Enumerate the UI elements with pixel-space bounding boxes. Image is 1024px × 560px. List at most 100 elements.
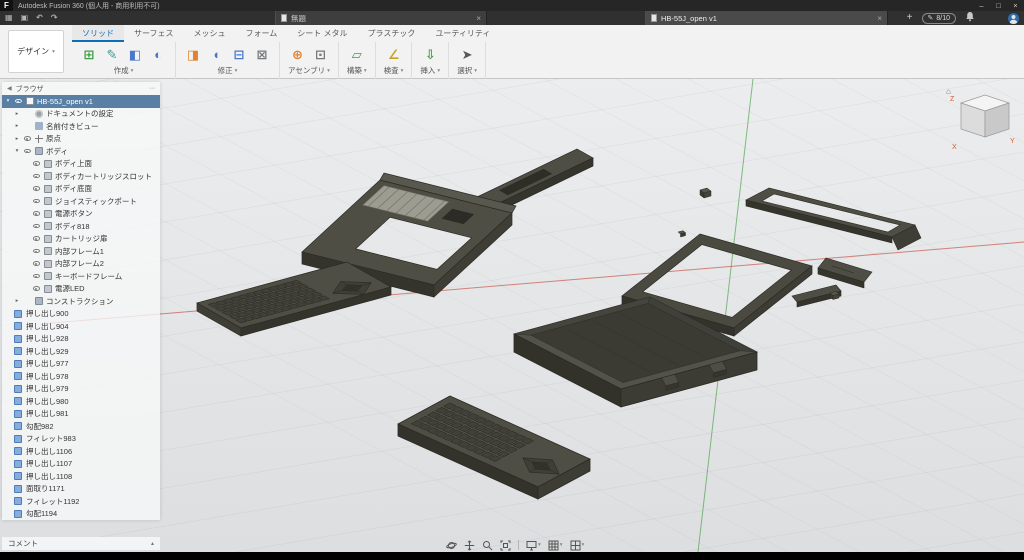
- visibility-eye-icon[interactable]: [23, 147, 32, 156]
- ribbon-group-label[interactable]: 構築▾: [347, 65, 367, 76]
- measure-icon[interactable]: ∠: [385, 46, 403, 64]
- document-tab[interactable]: 無題 ×: [275, 11, 487, 25]
- browser-tree-row[interactable]: ボディカートリッジスロット: [2, 170, 160, 183]
- ribbon-group-label[interactable]: 作成▾: [114, 65, 134, 76]
- new-document-tab-button[interactable]: +: [907, 13, 913, 23]
- ribbon-group-label[interactable]: 挿入▾: [420, 65, 440, 76]
- tab-close-icon[interactable]: ×: [877, 14, 882, 23]
- visibility-eye-icon[interactable]: [32, 259, 41, 268]
- feature-row[interactable]: 押し出し1106: [2, 445, 160, 458]
- browser-tree-row[interactable]: キーボードフレーム: [2, 270, 160, 283]
- feature-row[interactable]: 押し出し1107: [2, 458, 160, 471]
- display-settings-icon[interactable]: ▾: [526, 540, 541, 551]
- close-button[interactable]: ×: [1007, 0, 1024, 11]
- fit-icon[interactable]: [500, 540, 511, 551]
- visibility-eye-icon[interactable]: [32, 222, 41, 231]
- visibility-eye-icon[interactable]: [32, 172, 41, 181]
- select-icon[interactable]: ➤: [458, 46, 476, 64]
- visibility-eye-icon[interactable]: [32, 184, 41, 193]
- as-built-joint-icon[interactable]: ⊡: [311, 46, 329, 64]
- redo-icon[interactable]: ↷: [51, 14, 58, 22]
- browser-tree-row[interactable]: 内部フレーム1: [2, 245, 160, 258]
- insert-icon[interactable]: ⇩: [421, 46, 439, 64]
- editable-documents-counter[interactable]: ✎ 8/10: [922, 13, 957, 24]
- expand-arrow-icon[interactable]: ▾: [14, 148, 20, 154]
- save-icon[interactable]: ▣: [21, 14, 29, 22]
- create-sketch-icon[interactable]: ✎: [103, 46, 121, 64]
- expand-arrow-icon[interactable]: ▸: [14, 111, 20, 117]
- browser-tree-row[interactable]: ▾ HB-55J_open v1: [2, 95, 160, 108]
- ribbon-tab[interactable]: フォーム: [236, 25, 288, 42]
- feature-row[interactable]: 勾配1194: [2, 508, 160, 521]
- zoom-icon[interactable]: [482, 540, 493, 551]
- feature-row[interactable]: 押し出し1108: [2, 470, 160, 483]
- visibility-eye-icon[interactable]: [32, 209, 41, 218]
- browser-tree-row[interactable]: 電源ボタン: [2, 208, 160, 221]
- browser-tree-row[interactable]: ▸ コンストラクション: [2, 295, 160, 308]
- browser-tree-row[interactable]: 電源LED: [2, 283, 160, 296]
- visibility-eye-icon[interactable]: [23, 134, 32, 143]
- joint-icon[interactable]: ⊕: [288, 46, 306, 64]
- user-avatar[interactable]: [1008, 13, 1019, 24]
- document-tab[interactable]: HB-55J_open v1 ×: [645, 11, 888, 25]
- expand-arrow-icon[interactable]: ▾: [5, 98, 11, 104]
- feature-row[interactable]: 押し出し979: [2, 383, 160, 396]
- minimize-button[interactable]: –: [973, 0, 990, 11]
- visibility-eye-icon[interactable]: [32, 247, 41, 256]
- visibility-eye-icon[interactable]: [32, 159, 41, 168]
- feature-row[interactable]: 勾配982: [2, 420, 160, 433]
- ribbon-group-label[interactable]: 修正▾: [218, 65, 238, 76]
- viewports-icon[interactable]: ▾: [570, 540, 585, 551]
- feature-row[interactable]: 押し出し977: [2, 358, 160, 371]
- revolve-icon[interactable]: ◐: [149, 46, 167, 64]
- ribbon-tab[interactable]: プラスチック: [358, 25, 426, 42]
- expand-comments-icon[interactable]: ▴: [151, 540, 154, 547]
- feature-row[interactable]: 押し出し978: [2, 370, 160, 383]
- grid-display-icon[interactable]: ▾: [548, 540, 563, 551]
- undo-icon[interactable]: ↶: [36, 14, 43, 22]
- expand-arrow-icon[interactable]: ▸: [14, 123, 20, 129]
- notifications-bell-icon[interactable]: [965, 9, 975, 27]
- feature-row[interactable]: 面取り1171: [2, 483, 160, 496]
- visibility-eye-icon[interactable]: [32, 234, 41, 243]
- collapse-panel-icon[interactable]: ◀: [7, 85, 12, 92]
- feature-row[interactable]: 押し出し904: [2, 320, 160, 333]
- ribbon-tab[interactable]: ユーティリティ: [425, 25, 500, 42]
- tab-close-icon[interactable]: ×: [476, 14, 481, 23]
- feature-row[interactable]: フィレット1192: [2, 495, 160, 508]
- maximize-button[interactable]: □: [990, 0, 1007, 11]
- browser-tree-row[interactable]: ボディ上面: [2, 158, 160, 171]
- ribbon-group-label[interactable]: アセンブリ▾: [288, 65, 330, 76]
- ribbon-tab[interactable]: メッシュ: [184, 25, 236, 42]
- ribbon-tab[interactable]: シート メタル: [287, 25, 357, 42]
- pan-icon[interactable]: [464, 540, 475, 551]
- new-component-icon[interactable]: ⊞: [80, 46, 98, 64]
- home-icon[interactable]: ⌂: [946, 87, 951, 96]
- browser-tree-row[interactable]: ボディ818: [2, 220, 160, 233]
- browser-tree-row[interactable]: カートリッジ扉: [2, 233, 160, 246]
- expand-arrow-icon[interactable]: ▸: [14, 298, 20, 304]
- ribbon-group-label[interactable]: 選択▾: [457, 65, 477, 76]
- extrude-icon[interactable]: ◧: [126, 46, 144, 64]
- workspace-selector[interactable]: デザイン ▾: [8, 30, 64, 73]
- browser-tree-row[interactable]: ▾ ボディ: [2, 145, 160, 158]
- browser-tree-row[interactable]: ジョイスティックポート: [2, 195, 160, 208]
- ribbon-tab[interactable]: ソリッド: [72, 25, 124, 42]
- browser-tree-row[interactable]: ▸ ドキュメントの設定: [2, 108, 160, 121]
- browser-tree-row[interactable]: ▸ 名前付きビュー: [2, 120, 160, 133]
- feature-row[interactable]: 押し出し929: [2, 345, 160, 358]
- combine-icon[interactable]: ⊠: [253, 46, 271, 64]
- feature-row[interactable]: 押し出し928: [2, 333, 160, 346]
- view-cube-faces[interactable]: [961, 95, 1009, 137]
- feature-row[interactable]: フィレット983: [2, 433, 160, 446]
- fillet-icon[interactable]: ◖: [207, 46, 225, 64]
- comments-panel-bar[interactable]: コメント ▴: [2, 537, 160, 550]
- ribbon-group-label[interactable]: 検査▾: [384, 65, 404, 76]
- visibility-eye-icon[interactable]: [32, 197, 41, 206]
- construction-plane-icon[interactable]: ▱: [348, 46, 366, 64]
- feature-row[interactable]: 押し出し900: [2, 308, 160, 321]
- browser-tree-row[interactable]: ボディ底面: [2, 183, 160, 196]
- expand-arrow-icon[interactable]: ▸: [14, 136, 20, 142]
- ribbon-tab[interactable]: サーフェス: [124, 25, 184, 42]
- press-pull-icon[interactable]: ◨: [184, 46, 202, 64]
